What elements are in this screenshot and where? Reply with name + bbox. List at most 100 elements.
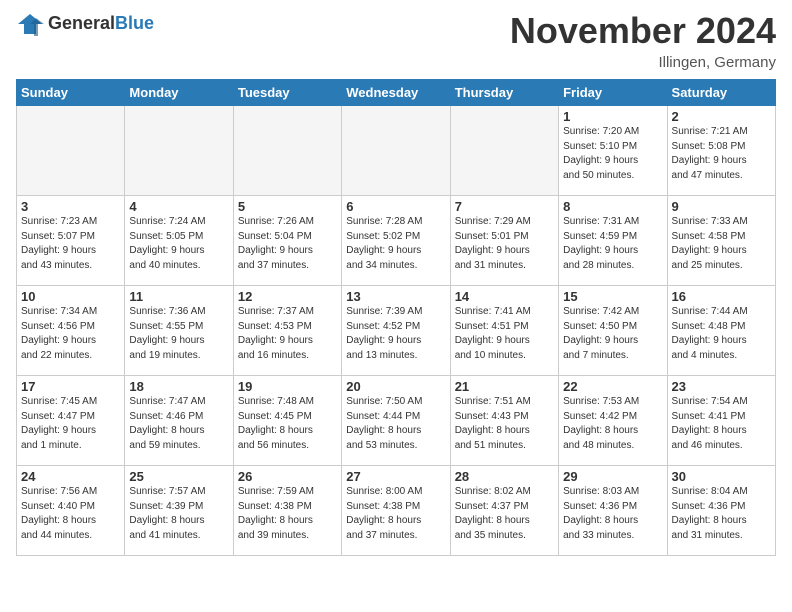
header: GeneralBlue November 2024 Illingen, Germ… (16, 10, 776, 71)
day-info: Sunrise: 7:31 AM Sunset: 4:59 PM Dayligh… (563, 215, 662, 273)
calendar-cell: 6Sunrise: 7:28 AM Sunset: 5:02 PM Daylig… (342, 196, 450, 286)
day-number: 16 (672, 289, 771, 304)
day-number: 13 (346, 289, 445, 304)
calendar-cell (342, 106, 450, 196)
day-number: 4 (129, 199, 228, 214)
day-info: Sunrise: 7:34 AM Sunset: 4:56 PM Dayligh… (21, 305, 120, 363)
day-info: Sunrise: 7:44 AM Sunset: 4:48 PM Dayligh… (672, 305, 771, 363)
page: GeneralBlue November 2024 Illingen, Germ… (0, 0, 792, 572)
calendar-cell: 8Sunrise: 7:31 AM Sunset: 4:59 PM Daylig… (559, 196, 667, 286)
title-block: November 2024 Illingen, Germany (510, 10, 776, 71)
calendar-cell: 21Sunrise: 7:51 AM Sunset: 4:43 PM Dayli… (450, 376, 558, 466)
col-header-sunday: Sunday (17, 80, 125, 106)
day-number: 27 (346, 469, 445, 484)
logo-general: General (48, 13, 115, 33)
calendar-cell (233, 106, 341, 196)
day-info: Sunrise: 7:59 AM Sunset: 4:38 PM Dayligh… (238, 485, 337, 543)
calendar-cell: 2Sunrise: 7:21 AM Sunset: 5:08 PM Daylig… (667, 106, 775, 196)
day-info: Sunrise: 8:02 AM Sunset: 4:37 PM Dayligh… (455, 485, 554, 543)
day-number: 22 (563, 379, 662, 394)
calendar-cell: 16Sunrise: 7:44 AM Sunset: 4:48 PM Dayli… (667, 286, 775, 376)
calendar-cell: 23Sunrise: 7:54 AM Sunset: 4:41 PM Dayli… (667, 376, 775, 466)
day-number: 1 (563, 109, 662, 124)
day-number: 5 (238, 199, 337, 214)
day-number: 17 (21, 379, 120, 394)
calendar-cell: 7Sunrise: 7:29 AM Sunset: 5:01 PM Daylig… (450, 196, 558, 286)
calendar-cell: 18Sunrise: 7:47 AM Sunset: 4:46 PM Dayli… (125, 376, 233, 466)
day-info: Sunrise: 7:47 AM Sunset: 4:46 PM Dayligh… (129, 395, 228, 453)
day-info: Sunrise: 7:36 AM Sunset: 4:55 PM Dayligh… (129, 305, 228, 363)
day-info: Sunrise: 7:53 AM Sunset: 4:42 PM Dayligh… (563, 395, 662, 453)
day-number: 19 (238, 379, 337, 394)
day-info: Sunrise: 7:51 AM Sunset: 4:43 PM Dayligh… (455, 395, 554, 453)
day-info: Sunrise: 7:41 AM Sunset: 4:51 PM Dayligh… (455, 305, 554, 363)
calendar-cell (17, 106, 125, 196)
day-number: 26 (238, 469, 337, 484)
day-info: Sunrise: 7:23 AM Sunset: 5:07 PM Dayligh… (21, 215, 120, 273)
logo: GeneralBlue (16, 10, 154, 38)
day-number: 29 (563, 469, 662, 484)
day-info: Sunrise: 7:48 AM Sunset: 4:45 PM Dayligh… (238, 395, 337, 453)
day-info: Sunrise: 7:50 AM Sunset: 4:44 PM Dayligh… (346, 395, 445, 453)
day-info: Sunrise: 7:24 AM Sunset: 5:05 PM Dayligh… (129, 215, 228, 273)
month-title: November 2024 (510, 10, 776, 52)
calendar-cell: 25Sunrise: 7:57 AM Sunset: 4:39 PM Dayli… (125, 466, 233, 556)
day-number: 10 (21, 289, 120, 304)
day-number: 20 (346, 379, 445, 394)
day-info: Sunrise: 7:39 AM Sunset: 4:52 PM Dayligh… (346, 305, 445, 363)
day-number: 24 (21, 469, 120, 484)
calendar-cell: 29Sunrise: 8:03 AM Sunset: 4:36 PM Dayli… (559, 466, 667, 556)
day-info: Sunrise: 8:04 AM Sunset: 4:36 PM Dayligh… (672, 485, 771, 543)
day-number: 11 (129, 289, 228, 304)
day-info: Sunrise: 7:56 AM Sunset: 4:40 PM Dayligh… (21, 485, 120, 543)
day-number: 21 (455, 379, 554, 394)
day-number: 30 (672, 469, 771, 484)
day-number: 6 (346, 199, 445, 214)
day-info: Sunrise: 7:20 AM Sunset: 5:10 PM Dayligh… (563, 125, 662, 183)
day-info: Sunrise: 7:28 AM Sunset: 5:02 PM Dayligh… (346, 215, 445, 273)
calendar-table: SundayMondayTuesdayWednesdayThursdayFrid… (16, 79, 776, 556)
calendar-cell (125, 106, 233, 196)
day-number: 2 (672, 109, 771, 124)
calendar-cell: 14Sunrise: 7:41 AM Sunset: 4:51 PM Dayli… (450, 286, 558, 376)
calendar-cell: 26Sunrise: 7:59 AM Sunset: 4:38 PM Dayli… (233, 466, 341, 556)
calendar-cell: 5Sunrise: 7:26 AM Sunset: 5:04 PM Daylig… (233, 196, 341, 286)
day-info: Sunrise: 7:54 AM Sunset: 4:41 PM Dayligh… (672, 395, 771, 453)
calendar-cell: 30Sunrise: 8:04 AM Sunset: 4:36 PM Dayli… (667, 466, 775, 556)
col-header-saturday: Saturday (667, 80, 775, 106)
day-info: Sunrise: 8:00 AM Sunset: 4:38 PM Dayligh… (346, 485, 445, 543)
calendar-cell: 24Sunrise: 7:56 AM Sunset: 4:40 PM Dayli… (17, 466, 125, 556)
day-number: 18 (129, 379, 228, 394)
calendar-cell: 12Sunrise: 7:37 AM Sunset: 4:53 PM Dayli… (233, 286, 341, 376)
calendar-cell: 11Sunrise: 7:36 AM Sunset: 4:55 PM Dayli… (125, 286, 233, 376)
calendar-cell: 9Sunrise: 7:33 AM Sunset: 4:58 PM Daylig… (667, 196, 775, 286)
day-info: Sunrise: 7:21 AM Sunset: 5:08 PM Dayligh… (672, 125, 771, 183)
day-info: Sunrise: 7:37 AM Sunset: 4:53 PM Dayligh… (238, 305, 337, 363)
calendar-cell: 27Sunrise: 8:00 AM Sunset: 4:38 PM Dayli… (342, 466, 450, 556)
calendar-cell: 22Sunrise: 7:53 AM Sunset: 4:42 PM Dayli… (559, 376, 667, 466)
day-number: 15 (563, 289, 662, 304)
location: Illingen, Germany (510, 54, 776, 71)
col-header-tuesday: Tuesday (233, 80, 341, 106)
calendar-cell: 19Sunrise: 7:48 AM Sunset: 4:45 PM Dayli… (233, 376, 341, 466)
col-header-monday: Monday (125, 80, 233, 106)
day-info: Sunrise: 7:45 AM Sunset: 4:47 PM Dayligh… (21, 395, 120, 453)
day-number: 3 (21, 199, 120, 214)
calendar-cell: 1Sunrise: 7:20 AM Sunset: 5:10 PM Daylig… (559, 106, 667, 196)
day-number: 28 (455, 469, 554, 484)
day-number: 25 (129, 469, 228, 484)
day-info: Sunrise: 7:57 AM Sunset: 4:39 PM Dayligh… (129, 485, 228, 543)
logo-icon (16, 10, 44, 38)
calendar-cell: 28Sunrise: 8:02 AM Sunset: 4:37 PM Dayli… (450, 466, 558, 556)
day-info: Sunrise: 7:42 AM Sunset: 4:50 PM Dayligh… (563, 305, 662, 363)
day-number: 7 (455, 199, 554, 214)
calendar-cell: 13Sunrise: 7:39 AM Sunset: 4:52 PM Dayli… (342, 286, 450, 376)
calendar-cell: 3Sunrise: 7:23 AM Sunset: 5:07 PM Daylig… (17, 196, 125, 286)
calendar-cell: 17Sunrise: 7:45 AM Sunset: 4:47 PM Dayli… (17, 376, 125, 466)
day-number: 23 (672, 379, 771, 394)
day-number: 14 (455, 289, 554, 304)
calendar-cell: 20Sunrise: 7:50 AM Sunset: 4:44 PM Dayli… (342, 376, 450, 466)
day-number: 9 (672, 199, 771, 214)
calendar-cell: 15Sunrise: 7:42 AM Sunset: 4:50 PM Dayli… (559, 286, 667, 376)
calendar-cell: 4Sunrise: 7:24 AM Sunset: 5:05 PM Daylig… (125, 196, 233, 286)
